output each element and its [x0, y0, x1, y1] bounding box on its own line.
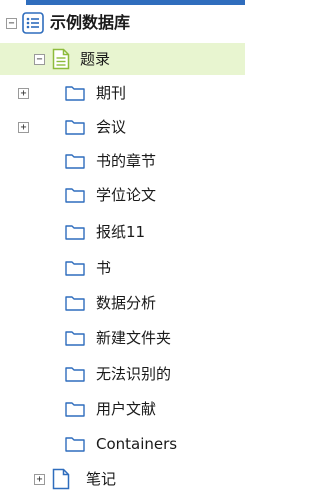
tree-item-book-chapters[interactable]: 书的章节 [0, 145, 245, 177]
folder-icon [65, 119, 85, 139]
tree-item-theses[interactable]: 学位论文 [0, 179, 245, 211]
tree-group-row-notes[interactable]: + 笔记 [0, 463, 245, 495]
tree-item-unrecognized[interactable]: 无法识别的 [0, 358, 245, 390]
tree-item-label: 期刊 [96, 84, 127, 102]
folder-icon [65, 295, 85, 315]
folder-icon [65, 187, 85, 207]
tree-item-label: 无法识别的 [96, 365, 172, 383]
folder-icon [65, 224, 85, 244]
tree-item-label: 会议 [96, 118, 127, 136]
tree-item-user-literature[interactable]: 用户文献 [0, 393, 245, 425]
expand-toggle[interactable]: + [18, 88, 29, 99]
tree-item-containers[interactable]: Containers [0, 428, 245, 460]
tree-item-newspapers[interactable]: 报纸11 [0, 216, 245, 248]
tree-group-row-records[interactable]: − 题录 [0, 43, 245, 75]
folder-icon [65, 436, 85, 456]
tree-item-journals[interactable]: + 期刊 [0, 77, 245, 109]
database-list-icon [22, 12, 44, 38]
tree-item-books[interactable]: 书 [0, 252, 245, 284]
folder-icon [65, 260, 85, 280]
tree-item-label: 书的章节 [96, 152, 157, 170]
folder-icon [65, 401, 85, 421]
folder-icon [65, 153, 85, 173]
tree-item-label: 报纸11 [96, 223, 146, 241]
document-icon [52, 48, 70, 74]
tree-item-label: 书 [96, 259, 112, 277]
tree-item-conferences[interactable]: + 会议 [0, 111, 245, 143]
folder-icon [65, 366, 85, 386]
collapse-toggle[interactable]: − [6, 18, 17, 29]
tree-group-label: 题录 [80, 50, 111, 68]
tree-item-data-analysis[interactable]: 数据分析 [0, 287, 245, 319]
tree-group-label: 笔记 [86, 470, 117, 488]
expand-toggle[interactable]: + [34, 474, 45, 485]
tree-root-label: 示例数据库 [50, 13, 131, 32]
tree-item-label: 数据分析 [96, 294, 157, 312]
folder-icon [65, 85, 85, 105]
expand-toggle[interactable]: + [18, 122, 29, 133]
tree-item-label: Containers [96, 435, 178, 453]
folder-icon [65, 330, 85, 350]
tree-item-new-folder[interactable]: 新建文件夹 [0, 322, 245, 354]
tree-item-label: 学位论文 [96, 186, 157, 204]
tree-item-label: 新建文件夹 [96, 329, 172, 347]
collapse-toggle[interactable]: − [34, 54, 45, 65]
note-icon [52, 468, 70, 494]
tree-root-row[interactable]: − 示例数据库 [0, 7, 245, 39]
top-accent-bar [26, 0, 245, 5]
tree-item-label: 用户文献 [96, 400, 157, 418]
